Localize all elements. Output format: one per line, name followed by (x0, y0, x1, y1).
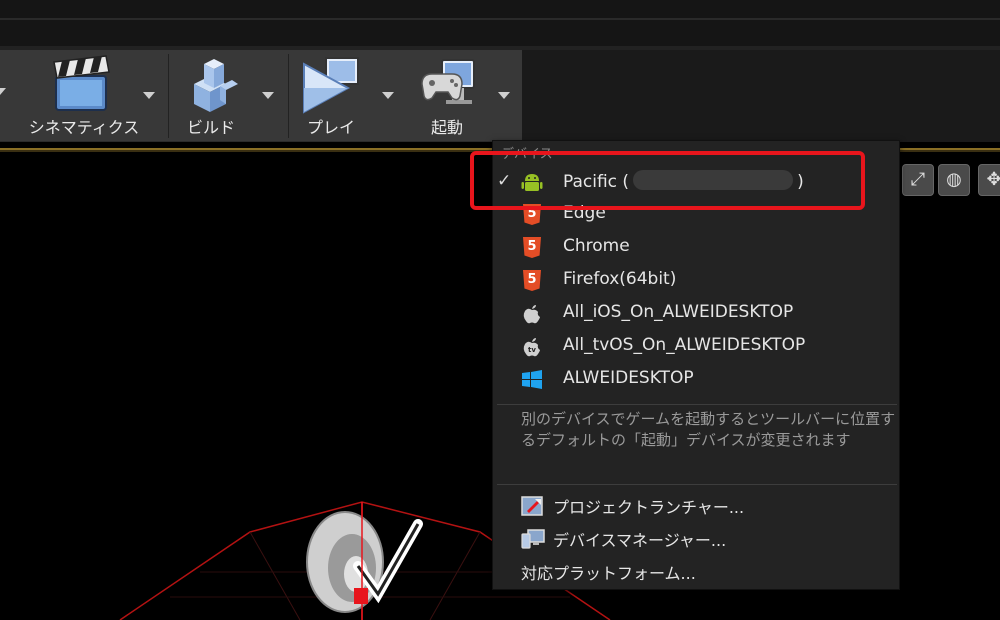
build-dropdown-arrow[interactable] (262, 92, 274, 99)
apple-icon (523, 305, 540, 324)
device-item-tvos[interactable]: tv All_tvOS_On_ALWEIDESKTOP (493, 330, 901, 363)
menu-item-project-launcher[interactable]: プロジェクトランチャー... (493, 489, 901, 522)
play-button[interactable]: プレイ (292, 50, 378, 142)
project-launcher-icon (521, 496, 543, 516)
speaker-actor-icon (306, 502, 423, 620)
menu-item-device-manager[interactable]: デバイスマネージャー... (493, 522, 901, 555)
snap-settings-icon[interactable]: ✥ (978, 164, 1000, 196)
html5-icon: 5 (521, 270, 543, 292)
device-item-ios[interactable]: All_iOS_On_ALWEIDESKTOP (493, 297, 901, 330)
main-toolbar: シネマティクス ビルド プレイ 起動 (0, 50, 522, 142)
device-label: Chrome (563, 236, 630, 256)
device-label: All_tvOS_On_ALWEIDESKTOP (563, 335, 806, 355)
launch-dropdown-arrow[interactable] (498, 92, 510, 99)
device-label: ALWEIDESKTOP (563, 368, 694, 388)
build-label: ビルド (186, 118, 235, 137)
selected-device-highlight (470, 151, 865, 210)
device-manager-icon (521, 529, 545, 549)
html5-icon: 5 (521, 237, 543, 259)
play-label: プレイ (306, 118, 355, 137)
viewport-transform-button[interactable]: ⤢ (902, 164, 934, 196)
launch-device-note: 別のデバイスでゲームを起動するとツールバーに位置するデフォルトの「起動」デバイス… (521, 410, 896, 449)
clipped-dropdown-arrow[interactable] (0, 88, 6, 95)
launch-label: 起動 (430, 118, 463, 137)
device-item-windows[interactable]: ALWEIDESKTOP (493, 363, 901, 396)
clapperboard-icon (53, 55, 110, 111)
apple-tv-icon: tv (523, 338, 540, 357)
play-dropdown-arrow[interactable] (382, 92, 394, 99)
cinematics-dropdown-arrow[interactable] (143, 92, 155, 99)
build-button[interactable]: ビルド (172, 50, 258, 142)
toolbar-separator (288, 54, 289, 138)
menu-item-label: デバイスマネージャー... (553, 531, 727, 550)
launch-button[interactable]: 起動 (408, 50, 494, 142)
windows-icon (522, 370, 542, 389)
title-bar-stripe (0, 18, 1000, 20)
menu-item-label: プロジェクトランチャー... (553, 498, 745, 517)
play-icon (303, 57, 359, 114)
editor-window: シネマティクス ビルド プレイ 起動 ⤢ ◍ ✥ デバイス ✓ Pacific … (0, 0, 1000, 620)
world-space-icon[interactable]: ◍ (938, 164, 970, 196)
cinematics-label: シネマティクス (28, 118, 140, 137)
gamepad-monitor-icon (421, 59, 475, 104)
menu-item-label: 対応プラットフォーム... (521, 564, 696, 583)
menu-divider (497, 484, 897, 485)
toolbar-separator (168, 54, 169, 138)
menu-divider (497, 404, 897, 405)
device-label: All_iOS_On_ALWEIDESKTOP (563, 302, 794, 322)
title-bar (0, 0, 1000, 50)
svg-text:tv: tv (528, 346, 536, 354)
device-item-firefox[interactable]: 5 Firefox(64bit) (493, 264, 901, 297)
cinematics-button[interactable]: シネマティクス (18, 50, 148, 142)
device-item-chrome[interactable]: 5 Chrome (493, 231, 901, 264)
menu-item-supported-platforms[interactable]: 対応プラットフォーム... (493, 555, 901, 588)
device-label: Firefox(64bit) (563, 269, 677, 289)
build-blocks-icon (194, 59, 238, 112)
